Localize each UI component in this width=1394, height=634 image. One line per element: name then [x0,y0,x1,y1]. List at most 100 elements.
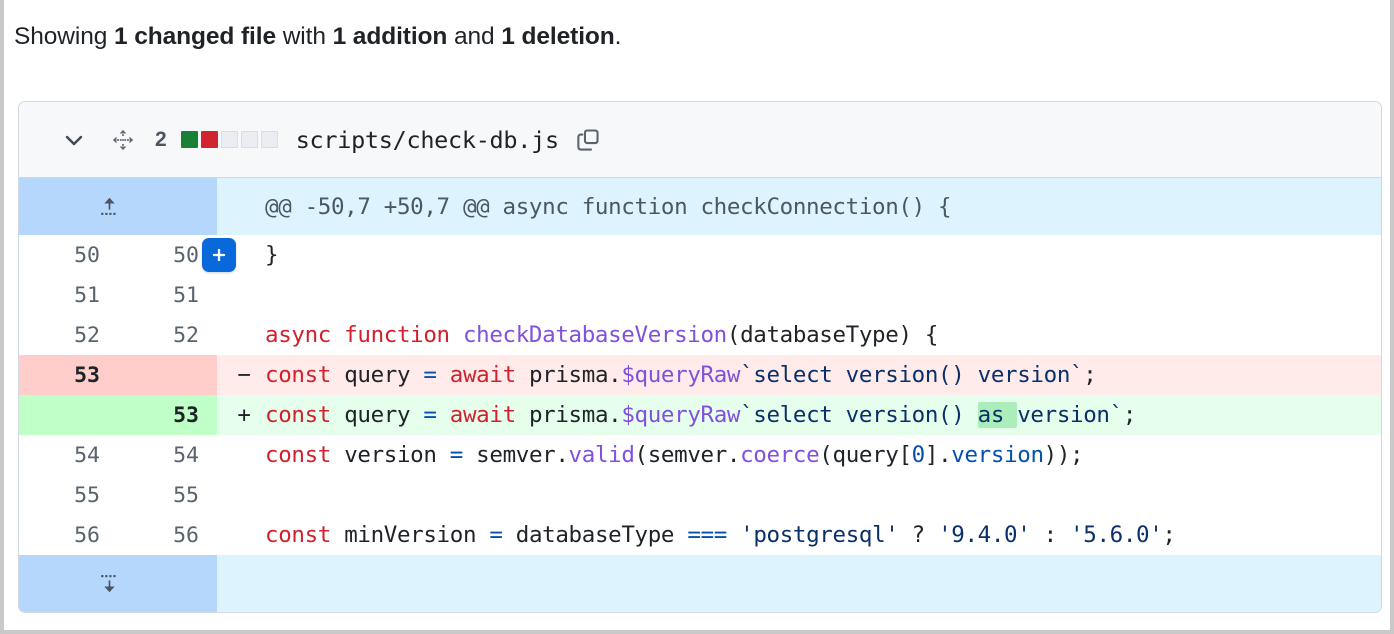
diff-row-ctx: 52 52 async function checkDatabaseVersion(… [19,315,1381,355]
summary-prefix: Showing [14,23,114,50]
diff-code-text: } [243,242,279,268]
hunk-header-text: @@ -50,7 +50,7 @@ async function checkCo… [265,193,952,220]
code-token: ; [1162,522,1176,548]
diff-row-ctx: 50 50} [19,235,1381,275]
code-token: ; [1083,362,1097,388]
summary-changed-files: 1 changed file [114,23,276,50]
code-token: query [344,362,424,388]
diff-code-text: const minVersion = databaseType === 'pos… [243,522,1176,548]
expand-up-cell[interactable] [19,178,217,235]
expand-down-row [19,555,1381,612]
diff-row-del: 53 − const query = await prisma.$queryRaw… [19,355,1381,395]
code-token: = [489,522,516,548]
code-token: 0 [911,442,926,468]
line-number-new[interactable]: 52 [118,315,217,355]
code-token: prisma. [528,402,622,428]
diff-row-ctx: 56 56 const minVersion = databaseType ===… [19,515,1381,555]
diff-code-text: const query = await prisma.$queryRaw`sel… [243,402,1136,428]
code-token: $queryRaw [621,362,741,388]
line-number-new[interactable]: 53 [118,395,217,435]
code-token: (query[ [819,442,912,468]
line-number-new[interactable]: 51 [118,275,217,315]
line-number-new[interactable]: 50 [118,235,236,275]
diff-page: Showing 1 changed file with 1 addition a… [0,0,1394,634]
diff-code-cell: const version = semver.valid(semver.coer… [217,435,1381,475]
line-number-old[interactable]: 55 [19,475,118,515]
line-number-old[interactable]: 53 [19,355,118,395]
file-path[interactable]: scripts/check-db.js [296,126,559,154]
file-diff-container: 2 scripts/check-db.js @@ -50,7 +50,7 @@ … [18,101,1382,613]
diff-table-body: @@ -50,7 +50,7 @@ async function checkCo… [19,178,1381,612]
code-token: minVersion [344,522,490,548]
line-number-old[interactable]: 51 [19,275,118,315]
summary-additions: 1 addition [332,23,448,50]
code-token: version [344,442,450,468]
code-token: = [449,442,477,468]
expand-down-icon[interactable] [19,555,199,612]
diffstat-bar [180,131,278,148]
diff-marker: − [237,362,251,388]
diffstat-block-del [200,131,218,148]
summary-conj: and [447,23,502,50]
code-token: async function [265,322,463,348]
line-number-old[interactable]: 52 [19,315,118,355]
code-token: === [687,522,741,548]
expand-down-cell[interactable] [19,555,217,612]
diffstat-block-neutral [260,131,278,148]
summary-mid: with [275,23,333,50]
line-number-new[interactable]: 56 [118,515,217,555]
file-diff-header: 2 scripts/check-db.js [19,102,1381,178]
diff-code-cell [217,275,1381,315]
line-number-new[interactable] [118,355,217,395]
code-token: $queryRaw [621,402,741,428]
code-token: version [951,442,1044,468]
chevron-down-icon[interactable] [59,125,89,155]
line-number-new[interactable]: 54 [118,435,217,475]
code-token: = [423,362,450,388]
code-token: ]. [924,442,952,468]
code-token: (databaseType) { [726,322,939,348]
line-number-old[interactable]: 56 [19,515,118,555]
code-token: valid [568,442,635,468]
code-token: 'postgresql' [740,522,899,548]
copy-path-icon[interactable] [573,125,603,155]
code-token: )); [1043,442,1084,468]
code-token: `select version() version` [740,362,1084,388]
diff-code-cell: async function checkDatabaseVersion(data… [217,315,1381,355]
summary-deletions: 1 deletion [501,23,615,50]
diffstat-block-add [180,131,198,148]
code-token: '5.6.0' [1070,522,1163,548]
code-token: const [265,402,345,428]
hunk-header-text-cell: @@ -50,7 +50,7 @@ async function checkCo… [217,178,1381,235]
diff-code-text: const version = semver.valid(semver.coer… [243,442,1084,468]
diff-code-text: const query = await prisma.$queryRaw`sel… [243,362,1097,388]
code-token: await [449,362,529,388]
line-number-old[interactable]: 50 [19,235,118,275]
summary-suffix: . [614,23,622,50]
add-comment-button[interactable] [202,238,236,272]
word-diff-highlight: as [977,402,1018,428]
code-token: version` [1017,402,1123,428]
line-number-old[interactable]: 54 [19,435,118,475]
diffstat-block-neutral [220,131,238,148]
hunk-header-row: @@ -50,7 +50,7 @@ async function checkCo… [19,178,1381,235]
code-token: databaseType [515,522,688,548]
code-token: const [265,522,345,548]
diff-code-cell: − const query = await prisma.$queryRaw`s… [217,355,1381,395]
expand-up-icon[interactable] [19,178,199,235]
diffstat-block-neutral [240,131,258,148]
diff-row-ctx: 51 51 [19,275,1381,315]
code-token: ; [1122,402,1137,428]
code-token: await [449,402,529,428]
code-token: (semver. [634,442,741,468]
diff-row-ctx: 55 55 [19,475,1381,515]
expand-down-code-cell [217,555,1381,612]
code-token: `select version() [740,402,978,428]
move-drag-icon[interactable] [107,125,139,155]
line-number-new[interactable]: 55 [118,475,217,515]
line-number-old[interactable] [19,395,118,435]
diff-row-ctx: 54 54 const version = semver.valid(semver… [19,435,1381,475]
code-token: const [265,442,345,468]
diff-marker: + [237,402,251,428]
diff-code-cell: const minVersion = databaseType === 'pos… [217,515,1381,555]
